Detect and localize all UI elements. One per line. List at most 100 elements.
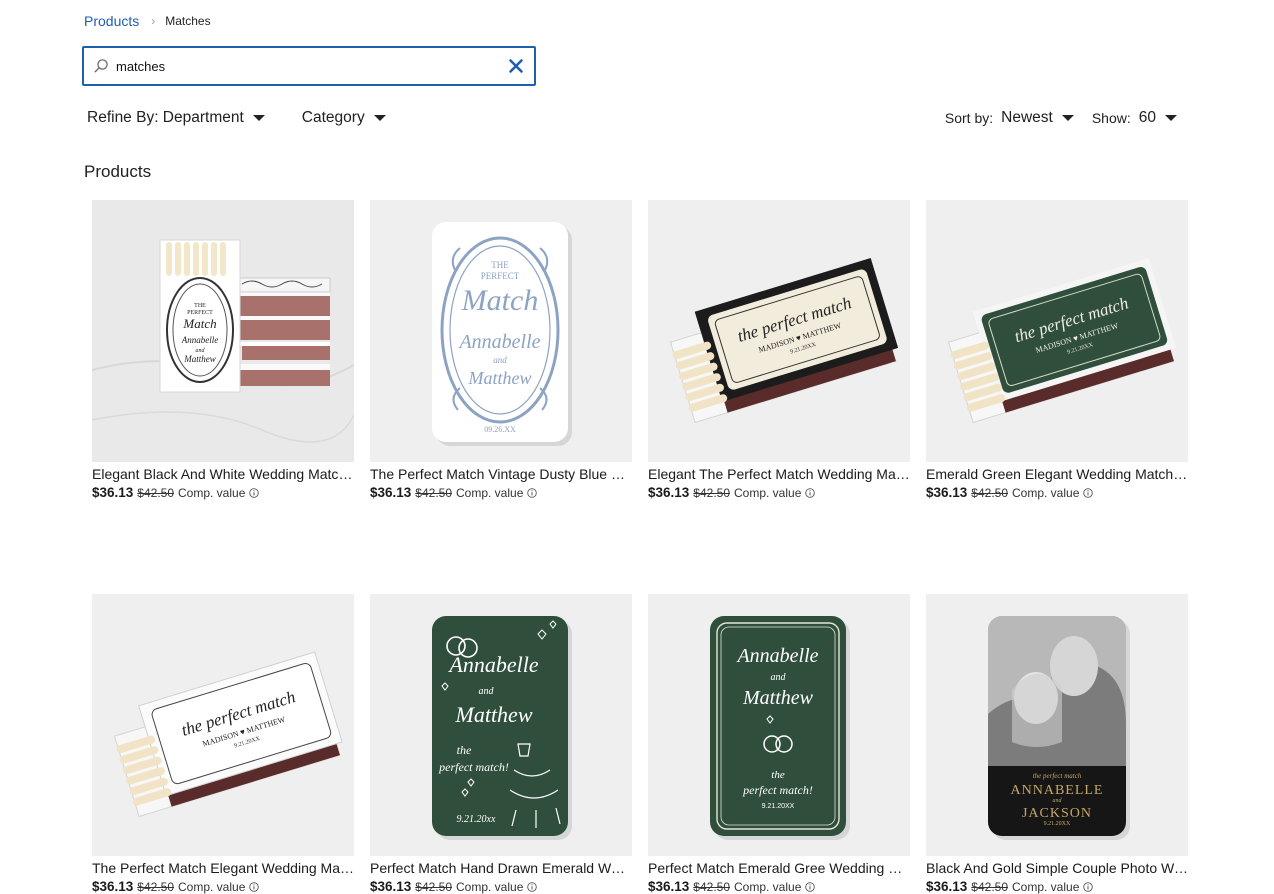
art-text: Matthew xyxy=(183,354,216,364)
art-text: Matthew xyxy=(455,702,533,727)
comp-value-label: Comp. value xyxy=(1012,880,1080,894)
product-price: $36.13 xyxy=(648,879,690,894)
product-photo-hand-drawn-emerald-matchbox: Annabelle and Matthew the perfect match!… xyxy=(432,616,572,840)
product-price: $36.13 xyxy=(926,879,968,894)
product-image[interactable]: the perfect match ANNABELLE and JACKSON … xyxy=(926,594,1188,856)
product-card[interactable]: THE PERFECT Match Annabelle and Matthew … xyxy=(370,200,632,500)
art-text: perfect match! xyxy=(438,760,509,774)
product-card[interactable]: the perfect match MADISON ♥ MATTHEW 9.21… xyxy=(926,200,1188,500)
art-text: 9.21.20XX xyxy=(762,803,795,810)
search-input[interactable] xyxy=(116,51,508,81)
price-row: $36.13 $42.50 Comp. value xyxy=(92,485,354,500)
info-icon[interactable] xyxy=(527,487,538,498)
art-text: JACKSON xyxy=(1022,806,1092,821)
price-row: $36.13 $42.50 Comp. value xyxy=(92,879,354,894)
product-title[interactable]: Perfect Match Emerald Gree Wedding Match… xyxy=(648,859,910,878)
sort-bar: Sort by: Newest Show: 60 xyxy=(945,109,1177,127)
product-photo-white-matchbox: the perfect match MADISON ♥ MATTHEW 9.21… xyxy=(113,651,343,818)
product-photo-marble-matchboxes: THE PERFECT Match Annabelle and Matthew xyxy=(92,200,354,462)
search-icon xyxy=(94,59,108,73)
price-row: $36.13 $42.50 Comp. value xyxy=(648,879,910,894)
art-text: Annabelle xyxy=(181,335,219,345)
art-text: the xyxy=(771,769,785,781)
info-icon[interactable] xyxy=(805,881,816,892)
art-text: 9.21.20xx xyxy=(457,814,496,825)
sort-label: Sort by: xyxy=(944,110,994,126)
department-filter-label: Refine By: Department xyxy=(87,109,244,126)
filter-bar: Refine By: Department Category xyxy=(87,109,423,127)
product-image[interactable]: THE PERFECT Match Annabelle and Matthew xyxy=(92,200,354,462)
sort-dropdown[interactable]: Newest xyxy=(1001,109,1074,127)
info-icon[interactable] xyxy=(249,487,260,498)
product-photo-couple-photo-matchbox: the perfect match ANNABELLE and JACKSON … xyxy=(988,616,1130,840)
product-image[interactable]: the perfect match MADISON ♥ MATTHEW 9.21… xyxy=(648,200,910,462)
show-count-dropdown[interactable]: 60 xyxy=(1139,109,1177,127)
chevron-down-icon xyxy=(1061,115,1074,121)
art-text: the perfect match xyxy=(1033,772,1082,780)
comp-value-label: Comp. value xyxy=(178,486,246,500)
price-row: $36.13 $42.50 Comp. value xyxy=(370,879,632,894)
product-image[interactable]: Annabelle and Matthew the perfect match!… xyxy=(370,594,632,856)
product-price: $36.13 xyxy=(370,485,412,500)
product-photo-dusty-blue-matchbox: THE PERFECT Match Annabelle and Matthew … xyxy=(432,222,572,446)
art-text: Match xyxy=(182,316,216,331)
product-title[interactable]: Elegant Black And White Wedding Matchbox xyxy=(92,465,354,484)
product-price: $36.13 xyxy=(370,879,412,894)
product-photo-emerald-matchbox: the perfect match MADISON ♥ MATTHEW 9.21… xyxy=(947,258,1177,424)
info-icon[interactable] xyxy=(527,881,538,892)
product-photo-cream-matchbox: the perfect match MADISON ♥ MATTHEW 9.21… xyxy=(669,258,899,424)
comp-value-label: Comp. value xyxy=(734,486,802,500)
product-image[interactable]: the perfect match MADISON ♥ MATTHEW 9.21… xyxy=(92,594,354,856)
art-text: Annabelle xyxy=(447,652,538,677)
product-title[interactable]: Emerald Green Elegant Wedding Matchbox xyxy=(926,465,1188,484)
department-filter-dropdown[interactable]: Refine By: Department xyxy=(87,109,265,127)
product-title[interactable]: The Perfect Match Vintage Dusty Blue Wed… xyxy=(370,465,632,484)
price-row: $36.13 $42.50 Comp. value xyxy=(926,879,1188,894)
product-price: $36.13 xyxy=(648,485,690,500)
product-card[interactable]: the perfect match MADISON ♥ MATTHEW 9.21… xyxy=(648,200,910,500)
product-photo-emerald-rings-matchbox: Annabelle and Matthew the perfect match!… xyxy=(710,616,850,840)
art-text: Annabelle xyxy=(457,331,540,353)
art-text: THE xyxy=(194,303,206,309)
product-price: $36.13 xyxy=(92,879,134,894)
original-price: $42.50 xyxy=(415,880,452,894)
product-card[interactable]: Annabelle and Matthew the perfect match!… xyxy=(370,594,632,894)
info-icon[interactable] xyxy=(1083,487,1094,498)
product-card[interactable]: the perfect match ANNABELLE and JACKSON … xyxy=(926,594,1188,894)
comp-value-label: Comp. value xyxy=(734,880,802,894)
product-image[interactable]: Annabelle and Matthew the perfect match!… xyxy=(648,594,910,856)
product-image[interactable]: THE PERFECT Match Annabelle and Matthew … xyxy=(370,200,632,462)
info-icon[interactable] xyxy=(805,487,816,498)
breadcrumb-separator-icon: › xyxy=(151,14,156,28)
product-card[interactable]: the perfect match MADISON ♥ MATTHEW 9.21… xyxy=(92,594,354,894)
comp-value-label: Comp. value xyxy=(456,486,524,500)
product-card[interactable]: Annabelle and Matthew the perfect match!… xyxy=(648,594,910,894)
product-title[interactable]: Elegant The Perfect Match Wedding Matchb… xyxy=(648,465,910,484)
breadcrumb: Products › Matches xyxy=(84,13,211,29)
product-title[interactable]: The Perfect Match Elegant Wedding Matchb… xyxy=(92,859,354,878)
chevron-down-icon xyxy=(252,115,265,121)
art-text: PERFECT xyxy=(481,271,520,281)
search-box xyxy=(82,46,536,86)
category-filter-dropdown[interactable]: Category xyxy=(302,109,386,127)
original-price: $42.50 xyxy=(137,880,174,894)
original-price: $42.50 xyxy=(693,486,730,500)
product-price: $36.13 xyxy=(926,485,968,500)
product-image[interactable]: the perfect match MADISON ♥ MATTHEW 9.21… xyxy=(926,200,1188,462)
art-text: perfect match! xyxy=(742,783,813,797)
category-filter-label: Category xyxy=(301,109,365,126)
price-row: $36.13 $42.50 Comp. value xyxy=(648,485,910,500)
breadcrumb-products-link[interactable]: Products xyxy=(84,13,139,29)
original-price: $42.50 xyxy=(971,880,1008,894)
product-title[interactable]: Perfect Match Hand Drawn Emerald Wedding… xyxy=(370,859,632,878)
art-text: Match xyxy=(461,284,539,317)
art-text: Annabelle xyxy=(735,645,818,667)
comp-value-label: Comp. value xyxy=(178,880,246,894)
original-price: $42.50 xyxy=(971,486,1008,500)
chevron-down-icon xyxy=(373,115,386,121)
clear-search-icon[interactable] xyxy=(508,58,524,74)
info-icon[interactable] xyxy=(1083,881,1094,892)
info-icon[interactable] xyxy=(249,881,260,892)
product-card[interactable]: THE PERFECT Match Annabelle and Matthew … xyxy=(92,200,354,500)
product-title[interactable]: Black And Gold Simple Couple Photo Weddi… xyxy=(926,859,1188,878)
